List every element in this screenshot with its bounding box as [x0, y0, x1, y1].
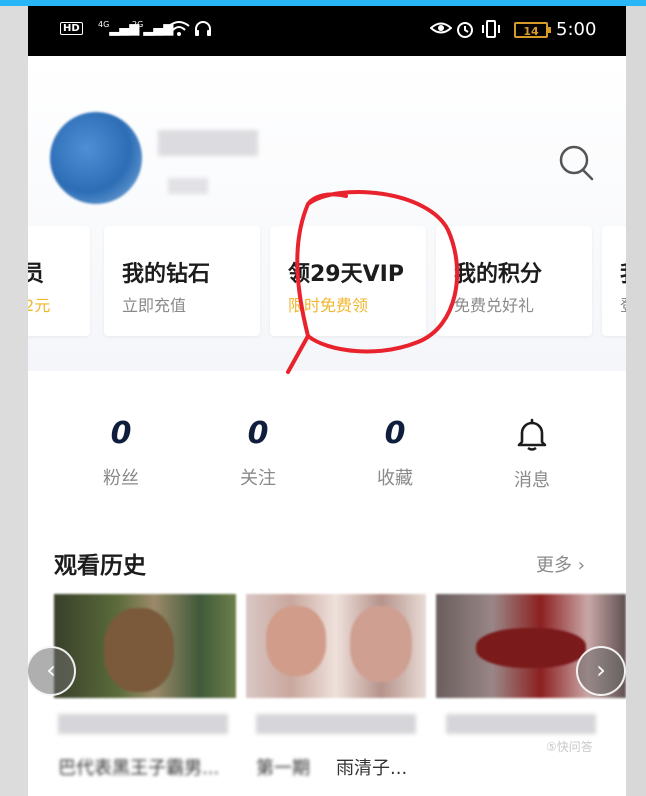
- stat-following-label: 关注: [240, 468, 276, 489]
- left-edge: [0, 6, 28, 796]
- card-diamonds-subtitle: 立即充值: [122, 296, 187, 315]
- stat-messages-label: 消息: [514, 470, 550, 491]
- user-level-blurred: [168, 178, 208, 194]
- history-thumb-2[interactable]: [246, 594, 426, 698]
- history-thumb-1[interactable]: [54, 594, 236, 698]
- card-vip-subtitle: 限时免费领: [288, 296, 369, 315]
- battery-icon: 14: [514, 22, 548, 38]
- signal-2g-label: 2G: [132, 20, 144, 29]
- card-diamonds-title: 我的钻石: [122, 262, 211, 287]
- caption-2-blurred: [256, 714, 416, 734]
- thumb-3-shape: [476, 628, 586, 668]
- card-points-title: 我的积分: [454, 262, 543, 287]
- history-more-link[interactable]: 更多 ›: [536, 551, 585, 577]
- stat-favorites[interactable]: 0 收藏: [350, 416, 440, 490]
- search-icon[interactable]: [558, 142, 594, 182]
- eye-comfort-icon: [429, 20, 453, 40]
- alarm-icon: [456, 20, 474, 42]
- chevron-right-icon: ›: [577, 555, 585, 576]
- stat-following[interactable]: 0 关注: [213, 416, 303, 490]
- stat-favorites-label: 收藏: [377, 468, 413, 489]
- avatar[interactable]: [50, 112, 142, 204]
- stat-fans[interactable]: 0 粉丝: [76, 416, 166, 490]
- card-partial-subtitle: 登: [620, 292, 626, 316]
- wifi-icon: [168, 20, 190, 42]
- card-vip[interactable]: 领29天VIP 限时免费领: [270, 226, 426, 336]
- battery-tip: [548, 27, 551, 33]
- carousel-next-button[interactable]: ›: [576, 646, 626, 696]
- history-caption-3[interactable]: 雨清子...: [336, 754, 407, 780]
- card-points[interactable]: 我的积分 免费兑好礼: [436, 226, 592, 336]
- stat-fans-value: 0: [110, 416, 132, 451]
- history-caption-1[interactable]: 巴代表黑王子霸男...: [58, 754, 219, 780]
- headphone-icon: [194, 20, 212, 42]
- battery-level: 14: [523, 25, 539, 38]
- vibrate-icon: [480, 20, 502, 42]
- card-member[interactable]: 员 12元: [28, 226, 90, 336]
- stat-messages-icon-wrap: [487, 418, 577, 458]
- caption-3-blurred: [446, 714, 596, 734]
- thumb-2-face-left: [266, 606, 326, 676]
- watermark: ⑤快问答: [546, 740, 593, 754]
- stat-messages[interactable]: 消息: [487, 416, 577, 492]
- thumb-1-face: [104, 608, 174, 692]
- stat-following-value: 0: [247, 416, 269, 451]
- chevron-right-icon: ›: [596, 656, 606, 684]
- card-vip-title: 领29天VIP: [288, 262, 404, 287]
- username-blurred[interactable]: [158, 130, 258, 156]
- stat-fans-label: 粉丝: [103, 468, 139, 489]
- status-time: 5:00: [556, 19, 597, 40]
- history-title: 观看历史: [54, 553, 146, 579]
- phone-screen: HD 4G▂▄▆ 2G▂▄▆ 14 5:00 员 1: [28, 6, 626, 796]
- signal-4g-label: 4G: [98, 20, 110, 29]
- thumb-2-face-right: [350, 606, 412, 682]
- card-partial-title: 我: [620, 256, 626, 288]
- card-diamonds[interactable]: 我的钻石 立即充值: [104, 226, 260, 336]
- status-bar: HD 4G▂▄▆ 2G▂▄▆ 14 5:00: [28, 6, 626, 56]
- caption-1-blurred: [58, 714, 228, 734]
- card-points-subtitle: 免费兑好礼: [454, 296, 535, 315]
- stat-favorites-value: 0: [384, 416, 406, 451]
- card-partial-right[interactable]: 我 登: [602, 226, 626, 336]
- card-member-subtitle: 12元: [28, 296, 51, 315]
- chevron-left-icon: ‹: [46, 656, 56, 684]
- bell-icon: [517, 418, 547, 451]
- hd-badge: HD: [60, 22, 83, 35]
- right-edge: [626, 6, 646, 796]
- card-member-title: 员: [28, 262, 45, 287]
- history-caption-2[interactable]: 第一期: [256, 754, 310, 780]
- history-more-label: 更多: [536, 555, 572, 576]
- carousel-prev-button[interactable]: ‹: [28, 646, 76, 696]
